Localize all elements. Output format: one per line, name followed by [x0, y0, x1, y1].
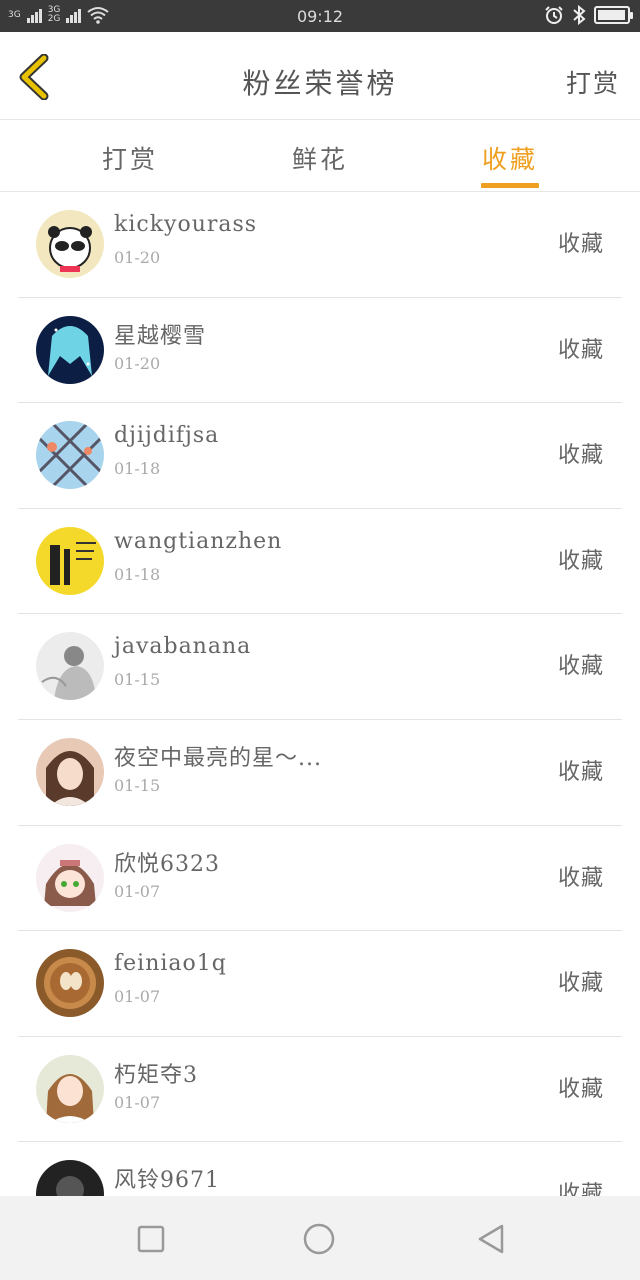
item-action: 收藏	[557, 337, 604, 363]
user-name: 星越樱雪	[114, 323, 207, 349]
page-header: 粉丝荣誉榜 打赏	[0, 32, 640, 120]
item-action: 收藏	[557, 971, 604, 997]
list-item[interactable]: wangtianzhen 01-18 收藏	[18, 509, 622, 615]
recent-apps-icon[interactable]	[134, 1222, 168, 1256]
avatar[interactable]	[36, 421, 104, 490]
tab-label: 收藏	[481, 145, 538, 174]
tab-flowers[interactable]: 鲜花	[225, 120, 415, 192]
avatar[interactable]	[36, 737, 104, 806]
user-name: javabanana	[114, 634, 252, 660]
reward-button[interactable]: 打赏	[566, 64, 620, 100]
list-item[interactable]: 风铃9671 收藏	[18, 1142, 622, 1196]
list-item[interactable]: 欣悦6323 01-07 收藏	[18, 826, 622, 932]
list-item[interactable]: javabanana 01-15 收藏	[18, 614, 622, 720]
page-title: 粉丝荣誉榜	[242, 67, 398, 100]
list-item[interactable]: 朽矩夺3 01-07 收藏	[18, 1037, 622, 1143]
item-date: 01-18	[114, 459, 161, 479]
avatar[interactable]	[36, 210, 104, 278]
fan-list: kickyourass 01-20 收藏 星越樱雪 01-20 收藏 djijd…	[0, 192, 640, 1196]
item-action: 收藏	[557, 654, 604, 680]
list-item[interactable]: feiniao1q 01-07 收藏	[18, 931, 622, 1037]
item-action: 收藏	[557, 1076, 604, 1102]
item-action: 收藏	[557, 1182, 604, 1196]
list-item[interactable]: kickyourass 01-20 收藏	[18, 192, 622, 298]
tab-favorites[interactable]: 收藏	[415, 120, 605, 192]
list-item[interactable]: 夜空中最亮的星～... 01-15 收藏	[18, 720, 622, 826]
avatar[interactable]	[36, 526, 104, 595]
home-icon[interactable]	[302, 1222, 336, 1256]
system-nav-bar	[0, 1196, 640, 1280]
item-action: 收藏	[557, 865, 604, 891]
item-date: 01-20	[114, 353, 161, 373]
list-item[interactable]: djijdifjsa 01-18 收藏	[18, 403, 622, 509]
item-date: 01-07	[114, 1092, 161, 1112]
status-right	[544, 5, 633, 25]
bluetooth-icon	[573, 5, 586, 25]
battery-icon	[594, 6, 633, 24]
item-action: 收藏	[557, 232, 604, 257]
alarm-icon	[545, 6, 563, 24]
item-action: 收藏	[557, 443, 604, 469]
avatar[interactable]	[36, 315, 104, 384]
user-name: kickyourass	[114, 212, 258, 237]
avatar[interactable]	[36, 949, 104, 1018]
item-date: 01-20	[114, 248, 161, 267]
item-date: 01-15	[114, 670, 161, 690]
item-action: 收藏	[557, 759, 604, 785]
battery-level	[598, 10, 625, 20]
user-name: djijdifjsa	[114, 423, 220, 449]
status-bar: 3G 3G 2G 09:12	[0, 0, 640, 32]
tab-reward[interactable]: 打赏	[35, 120, 225, 192]
user-name: 夜空中最亮的星～...	[114, 745, 322, 771]
avatar[interactable]	[36, 1160, 104, 1196]
avatar[interactable]	[36, 843, 104, 912]
back-icon[interactable]	[474, 1222, 508, 1256]
user-name: 欣悦6323	[114, 851, 220, 877]
avatar[interactable]	[36, 632, 104, 701]
user-name: 朽矩夺3	[114, 1062, 198, 1088]
tab-label: 鲜花	[291, 145, 348, 174]
tab-bar: 打赏 鲜花 收藏	[0, 120, 640, 192]
avatar[interactable]	[36, 1054, 104, 1123]
item-date: 01-07	[114, 987, 161, 1007]
item-date: 01-07	[114, 881, 161, 901]
user-name: 风铃9671	[114, 1168, 220, 1194]
item-date: 01-18	[114, 564, 161, 584]
tab-label: 打赏	[101, 145, 158, 174]
item-date: 01-15	[114, 775, 161, 795]
tab-indicator	[481, 183, 539, 188]
user-name: feiniao1q	[114, 951, 227, 977]
list-item[interactable]: 星越樱雪 01-20 收藏	[18, 298, 622, 404]
user-name: wangtianzhen	[114, 528, 283, 554]
item-action: 收藏	[557, 548, 604, 574]
